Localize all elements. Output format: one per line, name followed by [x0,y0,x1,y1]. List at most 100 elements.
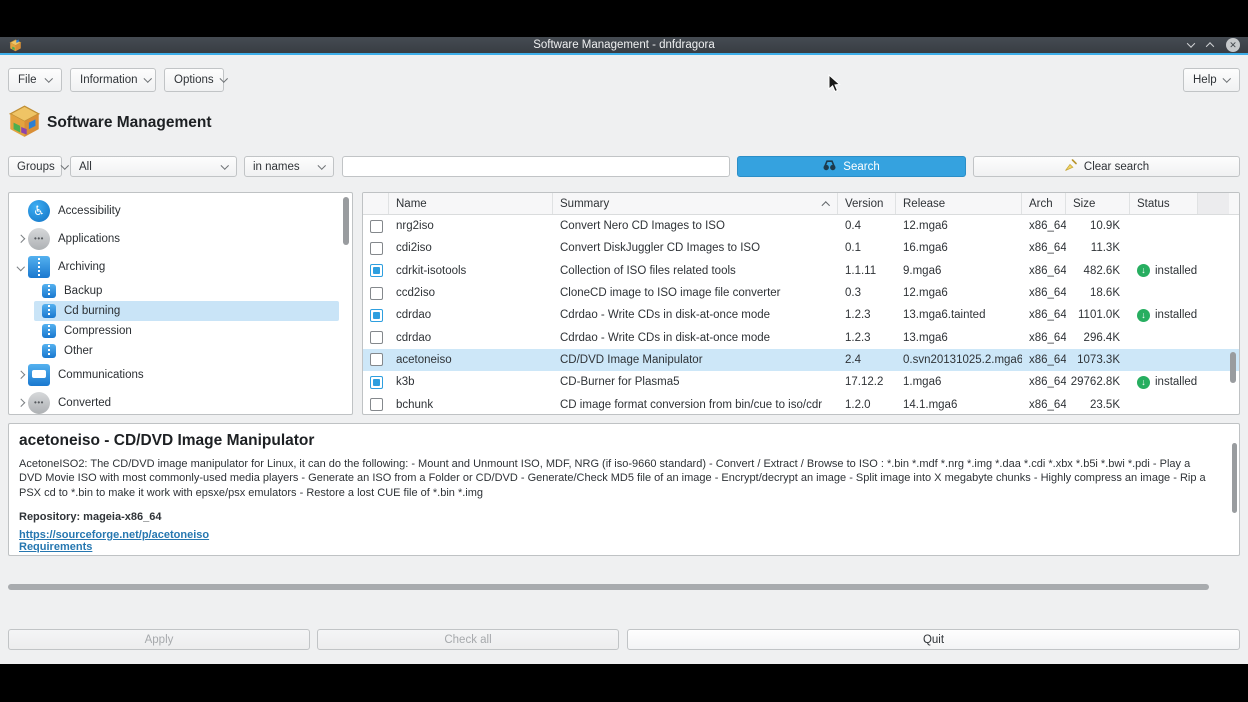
cell-summary: CD-Burner for Plasma5 [553,376,838,388]
cell-name: acetoneiso [389,354,553,366]
cell-size: 1073.3K [1066,354,1130,366]
cell-size: 1101.0K [1066,309,1130,321]
header-size[interactable]: Size [1066,193,1130,214]
mouse-cursor [828,74,841,98]
cell-arch: x86_64 [1022,309,1066,321]
search-scope-dropdown[interactable]: in names [244,156,334,177]
horizontal-scrollbar[interactable] [8,584,1209,590]
cell-size: 482.6K [1066,265,1130,277]
installed-icon [1137,376,1150,389]
menu-help[interactable]: Help [1183,68,1240,92]
table-row[interactable]: cdrkit-isotools Collection of ISO files … [363,260,1239,282]
row-checkbox[interactable] [370,287,383,300]
sort-ascending-icon [823,201,829,207]
tree-item[interactable]: Accessibility [9,197,352,225]
header-check[interactable] [363,193,389,214]
table-row[interactable]: acetoneiso CD/DVD Image Manipulator 2.4 … [363,349,1239,371]
quit-button[interactable]: Quit [627,629,1240,650]
table-row[interactable]: bchunk CD image format conversion from b… [363,393,1239,415]
row-checkbox[interactable] [370,309,383,322]
menu-information[interactable]: Information [70,68,156,92]
maximize-button[interactable] [1207,42,1214,49]
tree-item[interactable]: Converted [9,389,352,415]
row-checkbox[interactable] [370,376,383,389]
category-dropdown[interactable]: All [70,156,237,177]
cell-release: 16.mga6 [896,242,1022,254]
minimize-button[interactable] [1188,42,1195,49]
table-row[interactable]: cdrdao Cdrdao - Write CDs in disk-at-onc… [363,304,1239,326]
apply-button[interactable]: Apply [8,629,310,650]
cell-size: 11.3K [1066,242,1130,254]
search-button[interactable]: Search [737,156,966,177]
cell-name: cdrdao [389,332,553,344]
software-management-icon [7,104,42,144]
row-checkbox[interactable] [370,242,383,255]
clear-search-button[interactable]: Clear search [973,156,1240,177]
cell-size: 18.6K [1066,287,1130,299]
tree-item[interactable]: Cd burning [34,301,339,321]
page-title: Software Management [47,114,212,132]
chevron-down-icon [222,164,228,170]
tree-item[interactable]: Backup [34,281,339,301]
installed-icon [1137,309,1150,322]
tree-scrollbar[interactable] [343,197,349,245]
cell-name: cdrdao [389,309,553,321]
header-name[interactable]: Name [389,193,553,214]
header-status[interactable]: Status [1130,193,1198,214]
table-scrollbar[interactable] [1230,352,1236,383]
table-row[interactable]: cdrdao Cdrdao - Write CDs in disk-at-onc… [363,326,1239,348]
cell-name: nrg2iso [389,220,553,232]
check-all-button[interactable]: Check all [317,629,619,650]
tree-item[interactable]: Other [34,341,339,361]
header-version[interactable]: Version [838,193,896,214]
tree-expander-icon[interactable] [14,368,28,382]
groups-dropdown[interactable]: Groups [8,156,62,177]
category-icon [28,364,50,386]
table-row[interactable]: ccd2iso CloneCD image to ISO image file … [363,282,1239,304]
chevron-down-icon [319,164,325,170]
menu-options[interactable]: Options [164,68,224,92]
tree-expander-icon[interactable] [14,260,28,274]
table-body: nrg2iso Convert Nero CD Images to ISO 0.… [363,215,1239,415]
category-icon [28,392,50,414]
row-checkbox[interactable] [370,398,383,411]
header-release[interactable]: Release [896,193,1022,214]
cell-name: k3b [389,376,553,388]
cell-version: 0.1 [838,242,896,254]
menu-file[interactable]: File [8,68,62,92]
table-row[interactable]: nrg2iso Convert Nero CD Images to ISO 0.… [363,215,1239,237]
cell-status: installed [1130,309,1198,322]
cell-arch: x86_64 [1022,354,1066,366]
row-checkbox[interactable] [370,264,383,277]
table-row[interactable]: cdi2iso Convert DiskJuggler CD Images to… [363,237,1239,259]
cell-name: ccd2iso [389,287,553,299]
cell-arch: x86_64 [1022,265,1066,277]
tree-expander-icon[interactable] [14,396,28,410]
chevron-down-icon [145,77,151,83]
search-input[interactable] [342,156,730,177]
header-summary[interactable]: Summary [553,193,838,214]
chevron-down-icon [46,77,52,83]
close-button[interactable] [1226,38,1240,52]
tree-item[interactable]: Applications [9,225,352,253]
row-checkbox[interactable] [370,220,383,233]
details-title: acetoneiso - CD/DVD Image Manipulator [19,432,1229,450]
cell-release: 14.1.mga6 [896,399,1022,411]
cell-status: installed [1130,376,1198,389]
header-arch[interactable]: Arch [1022,193,1066,214]
tree-expander-icon[interactable] [14,232,28,246]
tree-item[interactable]: Archiving [9,253,352,281]
cell-version: 1.2.0 [838,399,896,411]
tree-item[interactable]: Communications [9,361,352,389]
category-icon [42,324,56,338]
tree-expander-icon[interactable] [14,204,28,218]
row-checkbox[interactable] [370,353,383,366]
header-extra [1198,193,1229,214]
cell-version: 1.2.3 [838,309,896,321]
cell-summary: CD image format conversion from bin/cue … [553,399,838,411]
category-icon [28,256,50,278]
details-scrollbar[interactable] [1232,443,1237,513]
table-row[interactable]: k3b CD-Burner for Plasma5 17.12.2 1.mga6… [363,371,1239,393]
row-checkbox[interactable] [370,331,383,344]
tree-item[interactable]: Compression [34,321,339,341]
